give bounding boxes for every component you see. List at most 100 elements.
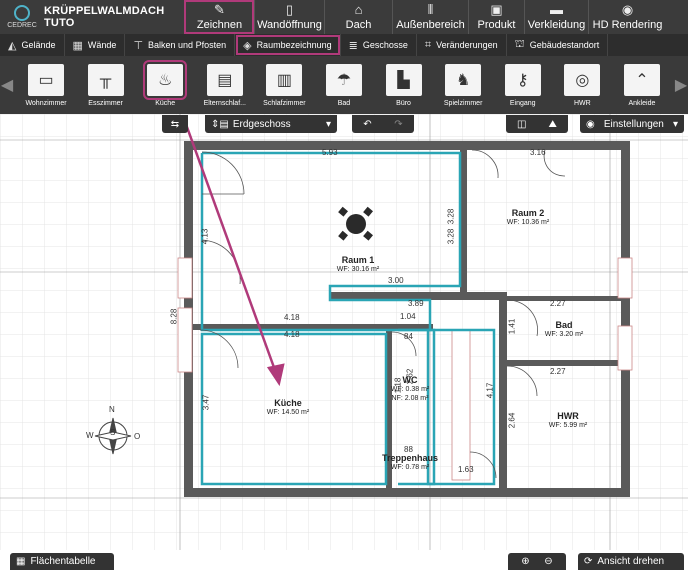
catalog-next-button[interactable]: ▶ xyxy=(674,56,688,114)
beam-icon: ⊤ xyxy=(133,39,144,52)
zoom-out-icon[interactable]: ⊖ xyxy=(544,556,552,567)
double-bed-icon: ▤ xyxy=(206,63,243,96)
dimension-label: 3.16 xyxy=(530,148,546,157)
subnav-veränderungen[interactable]: ⌗ Veränderungen xyxy=(417,34,507,56)
room-type-hwr[interactable]: ◎ HWR xyxy=(554,63,610,107)
dimension-label: 8.28 xyxy=(169,308,179,325)
room-type-label: Küche xyxy=(155,99,176,107)
undo-redo-group: ↶ ↷ xyxy=(352,115,414,133)
door-icon: ▯ xyxy=(285,2,294,17)
dimension-label: 4.17 xyxy=(485,382,495,399)
room-type-label: Ankleide xyxy=(628,99,656,107)
floor-selector[interactable]: ⇕ ▤ Erdgeschoss ▾ xyxy=(205,115,337,133)
2d-view-icon[interactable]: ◫ xyxy=(517,119,526,130)
dimension-label: 1.63 xyxy=(458,465,474,474)
topnav-außenbereich[interactable]: ⫴ Außenbereich xyxy=(392,0,468,34)
undo-icon[interactable]: ↶ xyxy=(363,119,371,130)
dimension-label: 5.93 xyxy=(322,148,338,157)
catalog-prev-button[interactable]: ◀ xyxy=(0,56,14,114)
subnav-label: Wände xyxy=(87,40,117,50)
camera-icon: ◉ xyxy=(621,2,634,17)
room-type-büro[interactable]: ▙ Büro xyxy=(376,63,432,107)
dimension-label: 1.18 xyxy=(393,377,403,394)
subnav-gelände[interactable]: ◭ Gelände xyxy=(0,34,65,56)
dimension-label: 4.18 xyxy=(284,313,300,322)
topnav-label: Verkleidung xyxy=(527,19,586,31)
room-area: WF: 30.16 m² xyxy=(336,266,380,273)
hanger-icon: ⌃ xyxy=(623,63,660,96)
project-title: KRÜPPELWALMDACH TUTO xyxy=(44,5,165,29)
logo-text: CEDREC xyxy=(7,22,37,29)
room-type-label: Bad xyxy=(337,99,351,107)
dimension-label: 3.28 xyxy=(446,228,456,245)
dimension-label: 3.89 xyxy=(408,299,424,308)
topnav-wandöffnung[interactable]: ▯ Wandöffnung xyxy=(254,0,324,34)
zoom-in-icon[interactable]: ⊕ xyxy=(521,556,529,567)
room-type-küche[interactable]: ♨ Küche xyxy=(137,59,193,107)
dimension-label: 3.28 xyxy=(446,208,456,225)
topnav-dach[interactable]: ⌂ Dach xyxy=(324,0,392,34)
paint-roller-icon: ▬ xyxy=(550,2,563,17)
3d-view-icon[interactable]: ⛰ xyxy=(549,119,557,130)
room-label[interactable]: Treppenhaus WF: 0.78 m² xyxy=(370,454,450,472)
building-location-icon: ⛫ xyxy=(514,38,525,50)
rotate-view-button[interactable]: ⟳ Ansicht drehen xyxy=(578,553,684,570)
subnav-balken-und-pfosten[interactable]: ⊤ Balken und Pfosten xyxy=(125,34,236,56)
subnav-raumbezeichnung[interactable]: ◈ Raumbezeichnung xyxy=(235,34,341,56)
area-table-button[interactable]: ▦ Flächentabelle xyxy=(10,553,114,570)
settings-dropdown[interactable]: ◉ Einstellungen ▾ xyxy=(580,115,684,133)
topnav-verkleidung[interactable]: ▬ Verkleidung xyxy=(524,0,588,34)
main-menu: ✎ Zeichnen ▯ Wandöffnung ⌂ Dach ⫴ Außenbereich ▣… xyxy=(184,0,688,34)
subnav-label: Gelände xyxy=(21,40,56,50)
room-label[interactable]: Raum 2 WF: 10.36 m² xyxy=(488,209,568,227)
room-label[interactable]: NF: 2.08 m² xyxy=(370,394,450,403)
subnav-label: Raumbezeichnung xyxy=(256,40,332,50)
room-type-schlafzimmer[interactable]: ▥ Schlafzimmer xyxy=(256,63,312,107)
room-type-label: Eingang xyxy=(509,99,536,107)
room-type-label: Esszimmer xyxy=(88,99,123,107)
topnav-label: Wandöffnung xyxy=(257,19,322,31)
room-area: WF: 0.78 m² xyxy=(390,464,430,471)
dimension-label: 1.41 xyxy=(507,318,517,335)
pencil-icon: ✎ xyxy=(214,2,225,17)
subnav-gebäudestandort[interactable]: ⛫ Gebäudestandort xyxy=(507,34,609,56)
topnav-zeichnen[interactable]: ✎ Zeichnen xyxy=(184,0,254,34)
room-label[interactable]: Raum 1 WF: 30.16 m² xyxy=(318,256,398,274)
subnav-wände[interactable]: ▦ Wände xyxy=(65,34,126,56)
swap-button[interactable]: ⇆ xyxy=(162,115,188,133)
chess-knight-icon: ♞ xyxy=(445,63,482,96)
room-label[interactable]: Bad WF: 3.20 m² xyxy=(524,321,604,339)
topnav-label: Produkt xyxy=(477,19,516,31)
dimension-label: 2.27 xyxy=(550,299,566,308)
dimension-label: 88 xyxy=(404,445,413,454)
kitchen-icon: ♨ xyxy=(143,59,188,100)
rotate-view-icon: ⟳ xyxy=(584,556,593,567)
app-logo[interactable]: CEDREC xyxy=(0,0,44,34)
room-type-bad[interactable]: ☂ Bad xyxy=(316,63,372,107)
dimension-label: 3.47 xyxy=(201,394,211,411)
room-type-label: Elternschlaf... xyxy=(203,99,246,107)
draw-submenu: ◭ Gelände ▦ Wände ⊤ Balken und Pfosten ◈ Raumbe… xyxy=(0,34,688,56)
room-area: WF: 10.36 m² xyxy=(506,219,550,226)
room-label[interactable]: HWR WF: 5.99 m² xyxy=(528,412,608,430)
room-label[interactable]: Küche WF: 14.50 m² xyxy=(248,399,328,417)
room-type-spielzimmer[interactable]: ♞ Spielzimmer xyxy=(435,63,491,107)
room-type-wohnzimmer[interactable]: ▭ Wohnzimmer xyxy=(18,63,74,107)
floor-plan-canvas[interactable]: Raum 1 WF: 30.16 m² Raum 2 WF: 10.36 m² Bad W… xyxy=(0,114,688,550)
room-type-label: HWR xyxy=(573,99,591,107)
topnav-produkt[interactable]: ▣ Produkt xyxy=(468,0,524,34)
redo-icon[interactable]: ↷ xyxy=(394,119,402,130)
swap-icon: ⇆ xyxy=(170,118,180,130)
room-type-esszimmer[interactable]: ╥ Esszimmer xyxy=(78,63,134,107)
room-type-list: ▭ Wohnzimmer ╥ Esszimmer ♨ Küche ▤ Elternschlaf… xyxy=(14,59,674,107)
room-type-elternschlaf-[interactable]: ▤ Elternschlaf... xyxy=(197,63,253,107)
shower-icon: ☂ xyxy=(325,63,362,96)
topnav-hd-rendering[interactable]: ◉ HD Rendering xyxy=(588,0,666,34)
box-icon: ▣ xyxy=(490,2,503,17)
room-area: WF: 3.20 m² xyxy=(544,331,584,338)
subnav-geschosse[interactable]: ≣ Geschosse xyxy=(341,34,417,56)
room-area: WF: 0.38 m² xyxy=(390,386,430,393)
room-type-ankleide[interactable]: ⌃ Ankleide xyxy=(614,63,670,107)
room-area: NF: 2.08 m² xyxy=(391,395,429,402)
room-type-eingang[interactable]: ⚷ Eingang xyxy=(495,63,551,107)
